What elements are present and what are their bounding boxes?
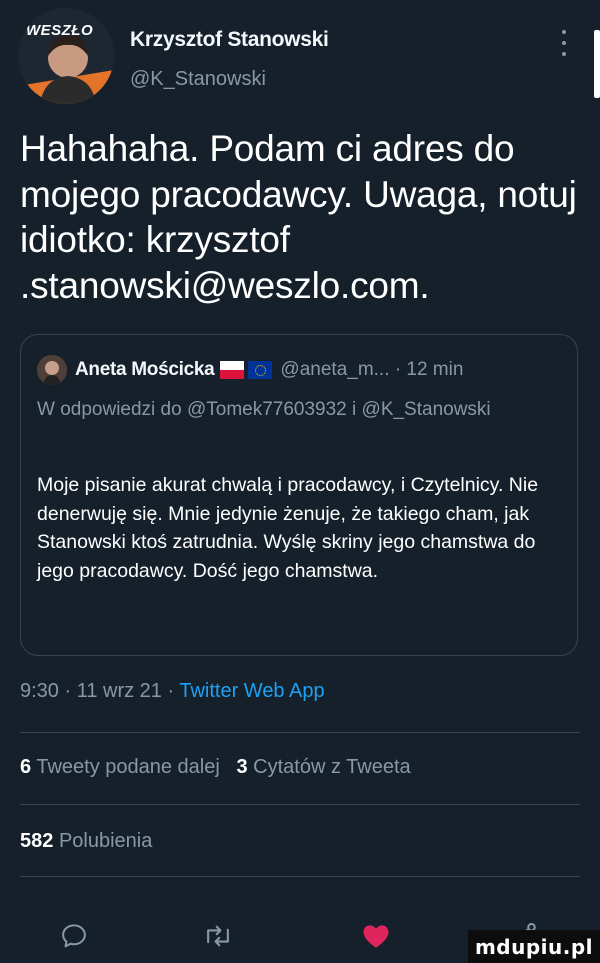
- scrollbar[interactable]: [594, 30, 600, 98]
- retweets-label[interactable]: Tweety podane dalej: [36, 756, 219, 778]
- retweets-count[interactable]: 6: [20, 756, 31, 778]
- author-name[interactable]: Krzysztof Stanowski: [130, 28, 329, 52]
- quoted-author-avatar: [37, 355, 67, 385]
- author-handle[interactable]: @K_Stanowski: [130, 68, 266, 91]
- retweet-icon: [207, 925, 229, 947]
- reply-button[interactable]: [54, 918, 94, 954]
- divider: [20, 876, 580, 877]
- like-button[interactable]: [356, 918, 396, 954]
- likes-stat[interactable]: 582 Polubienia: [20, 830, 152, 853]
- comment-icon: [62, 924, 86, 948]
- divider: [20, 804, 580, 805]
- quoted-tweet-header: Aneta Mościcka @aneta_m... · 12 min: [37, 355, 463, 385]
- likes-count[interactable]: 582: [20, 830, 53, 852]
- tweet-stats: 6 Tweety podane dalej 3 Cytatów z Tweeta: [20, 756, 411, 779]
- quoted-tweet-text: Moje pisanie akurat chwalą i pracodawcy,…: [37, 474, 539, 582]
- watermark: mdupiu.pl: [468, 930, 600, 963]
- poland-flag-icon: [220, 361, 245, 379]
- tweet-text: Hahahaha. Podam ci adres do mojego praco…: [20, 128, 577, 306]
- tweet-time-date: 9:30 · 11 wrz 21 ·: [20, 680, 180, 702]
- quoted-tweet-card[interactable]: Aneta Mościcka @aneta_m... · 12 min W od…: [20, 334, 578, 656]
- tweet-source-app[interactable]: Twitter Web App: [179, 680, 324, 702]
- heart-icon: [363, 925, 389, 948]
- author-avatar[interactable]: WESZŁO: [18, 8, 114, 104]
- quotes-count[interactable]: 3: [236, 756, 247, 778]
- more-options-icon[interactable]: [556, 30, 572, 56]
- tweet-timestamp: 9:30 · 11 wrz 21 · Twitter Web App: [20, 680, 325, 703]
- divider: [20, 732, 580, 733]
- quoted-reply-context: W odpowiedzi do @Tomek77603932 i @K_Stan…: [37, 399, 491, 420]
- quoted-handle-time: @aneta_m... · 12 min: [280, 359, 464, 380]
- likes-label[interactable]: Polubienia: [59, 830, 152, 852]
- retweet-button[interactable]: [198, 918, 238, 954]
- quoted-author-name: Aneta Mościcka: [75, 359, 215, 380]
- quotes-label[interactable]: Cytatów z Tweeta: [253, 756, 410, 778]
- avatar-brand-text: WESZŁO: [26, 22, 94, 39]
- eu-flag-icon: [248, 361, 273, 379]
